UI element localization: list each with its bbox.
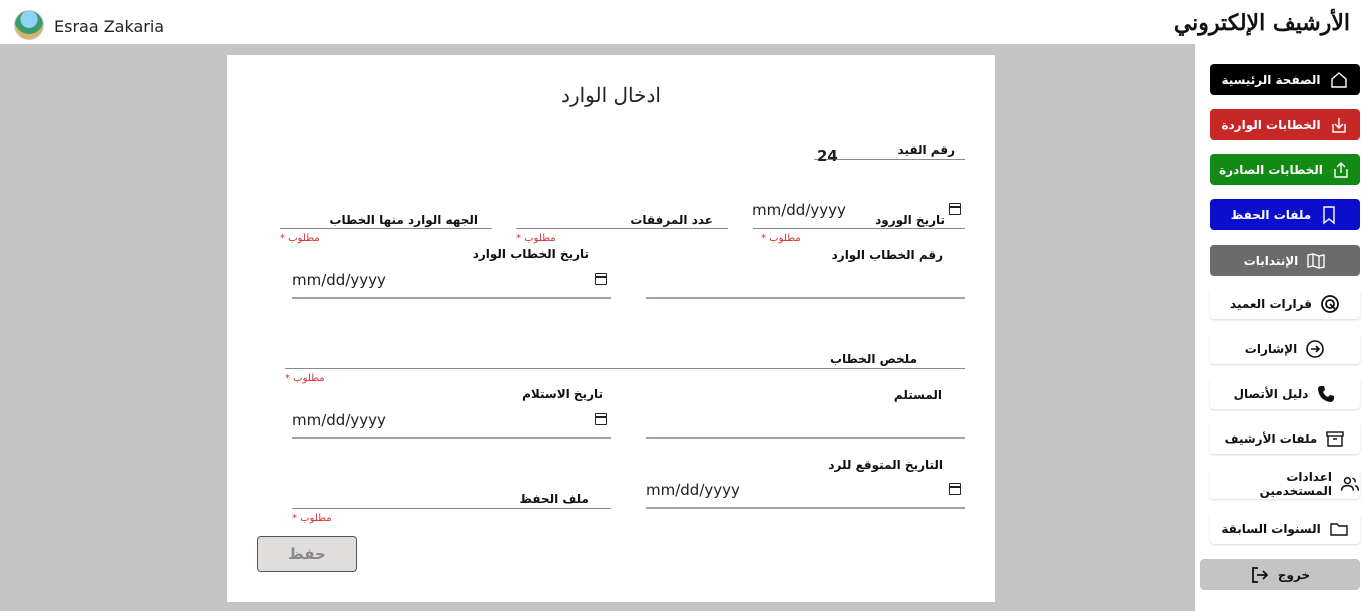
sidebar-item-signals[interactable]: الإشارات	[1210, 333, 1360, 364]
logout-icon	[1251, 566, 1269, 583]
logout-label: خروج	[1277, 567, 1311, 582]
sidebar-item-user-settings[interactable]: اعدادات المستخدمين	[1210, 468, 1360, 499]
sidebar-item-label: ملفات الأرشيف	[1224, 431, 1318, 446]
sidebar-item-label: قرارات العميد	[1230, 296, 1312, 311]
sidebar-item-label: الخطابات الواردة	[1221, 117, 1321, 132]
sidebar-item-contacts[interactable]: دليل الأتصال	[1210, 378, 1360, 409]
sidebar-item-outgoing[interactable]: الخطابات الصادرة	[1210, 154, 1360, 185]
expected-reply-date-label: التاريخ المتوقع للرد	[828, 458, 943, 472]
attachments-count-field[interactable]	[516, 228, 728, 229]
sidebar-item-label: دليل الأتصال	[1233, 386, 1309, 401]
incoming-letter-date-field[interactable]	[292, 297, 611, 299]
sidebar-item-label: الإشارات	[1244, 341, 1298, 356]
home-icon	[1330, 71, 1347, 88]
form-title: ادخال الوارد	[561, 83, 661, 107]
sidebar-item-label: الخطابات الصادرة	[1219, 162, 1323, 177]
sender-entity-field[interactable]	[280, 228, 492, 229]
calendar-icon[interactable]	[595, 413, 607, 425]
top-bar: Esraa Zakaria الأرشيف الإلكتروني	[0, 0, 1364, 44]
calendar-icon[interactable]	[949, 203, 961, 215]
sidebar-item-save-files[interactable]: ملفات الحفظ	[1210, 199, 1360, 230]
receipt-date-label: تاريخ الاستلام	[522, 387, 603, 401]
expected-reply-date-field[interactable]	[646, 507, 965, 509]
sidebar-item-label: الإنتدابات	[1243, 253, 1299, 268]
recipient-field[interactable]	[646, 437, 965, 439]
receipt-date-field[interactable]	[292, 437, 611, 439]
incoming-letter-date-placeholder: mm/dd/yyyy	[292, 271, 386, 289]
calendar-icon[interactable]	[949, 483, 961, 495]
record-number-value: 24	[817, 147, 838, 165]
calendar-icon[interactable]	[595, 273, 607, 285]
sidebar-item-label: ملفات الحفظ	[1230, 207, 1312, 222]
download-icon	[1331, 117, 1346, 133]
save-file-required: مطلوب *	[292, 513, 332, 524]
sender-entity-label: الجهه الوارد منها الخطاب	[329, 213, 478, 227]
sidebar-item-incoming[interactable]: الخطابات الواردة	[1210, 109, 1360, 140]
expected-reply-date-placeholder: mm/dd/yyyy	[646, 481, 740, 499]
logout-button[interactable]: خروج	[1200, 559, 1360, 590]
app-title: الأرشيف الإلكتروني	[1173, 10, 1350, 36]
sidebar-item-dean-decisions[interactable]: قرارات العميد	[1210, 288, 1360, 319]
incoming-form-card: ادخال الوارد رقم القيد 24 mm/dd/yyyy تار…	[227, 55, 995, 602]
arrival-date-placeholder: mm/dd/yyyy	[752, 201, 846, 219]
sidebar-item-previous-years[interactable]: السنوات السابقة	[1210, 513, 1360, 544]
user-name: Esraa Zakaria	[54, 17, 165, 36]
record-number-label: رقم القيد	[897, 143, 955, 157]
receipt-date-placeholder: mm/dd/yyyy	[292, 411, 386, 429]
sidebar-item-archive-files[interactable]: ملفات الأرشيف	[1210, 423, 1360, 454]
sidebar: الصفحة الرئيسية الخطابات الواردة الخطابا…	[1195, 44, 1364, 611]
save-button[interactable]: حفظ	[257, 536, 357, 572]
incoming-letter-number-label: رقم الخطاب الوارد	[831, 248, 943, 262]
letter-summary-label: ملخص الخطاب	[829, 352, 917, 366]
sidebar-item-label: السنوات السابقة	[1221, 521, 1321, 536]
arrival-date-label: تاريخ الورود	[875, 213, 945, 227]
letter-summary-required: مطلوب *	[285, 373, 325, 384]
arrival-date-field[interactable]	[753, 228, 965, 229]
sender-entity-required: مطلوب *	[280, 233, 320, 244]
save-file-field[interactable]	[292, 508, 611, 509]
upload-icon	[1334, 161, 1348, 178]
recipient-label: المستلم	[893, 388, 942, 402]
save-file-label: ملف الحفظ	[519, 492, 589, 506]
arrow-circle-icon	[1306, 339, 1325, 358]
sidebar-item-home[interactable]: الصفحة الرئيسية	[1210, 64, 1360, 95]
folder-icon	[1329, 522, 1348, 536]
sidebar-item-label: اعدادات المستخدمين	[1259, 469, 1333, 498]
attachments-count-required: مطلوب *	[516, 233, 556, 244]
sidebar-item-label: الصفحة الرئيسية	[1221, 72, 1321, 87]
users-icon	[1340, 476, 1360, 491]
archive-icon	[1326, 430, 1345, 447]
avatar[interactable]	[14, 10, 44, 40]
arrival-date-required: مطلوب *	[761, 233, 801, 244]
incoming-letter-date-label: تاريخ الخطاب الوارد	[472, 247, 589, 261]
target-icon	[1321, 294, 1339, 313]
map-icon	[1307, 252, 1325, 269]
letter-summary-field[interactable]	[285, 368, 965, 369]
attachments-count-label: عدد المرفقات	[630, 213, 713, 227]
incoming-letter-number-field[interactable]	[646, 297, 965, 299]
bookmark-icon	[1323, 205, 1335, 224]
sidebar-item-delegations[interactable]: الإنتدابات	[1210, 245, 1360, 276]
phone-icon	[1318, 385, 1335, 402]
